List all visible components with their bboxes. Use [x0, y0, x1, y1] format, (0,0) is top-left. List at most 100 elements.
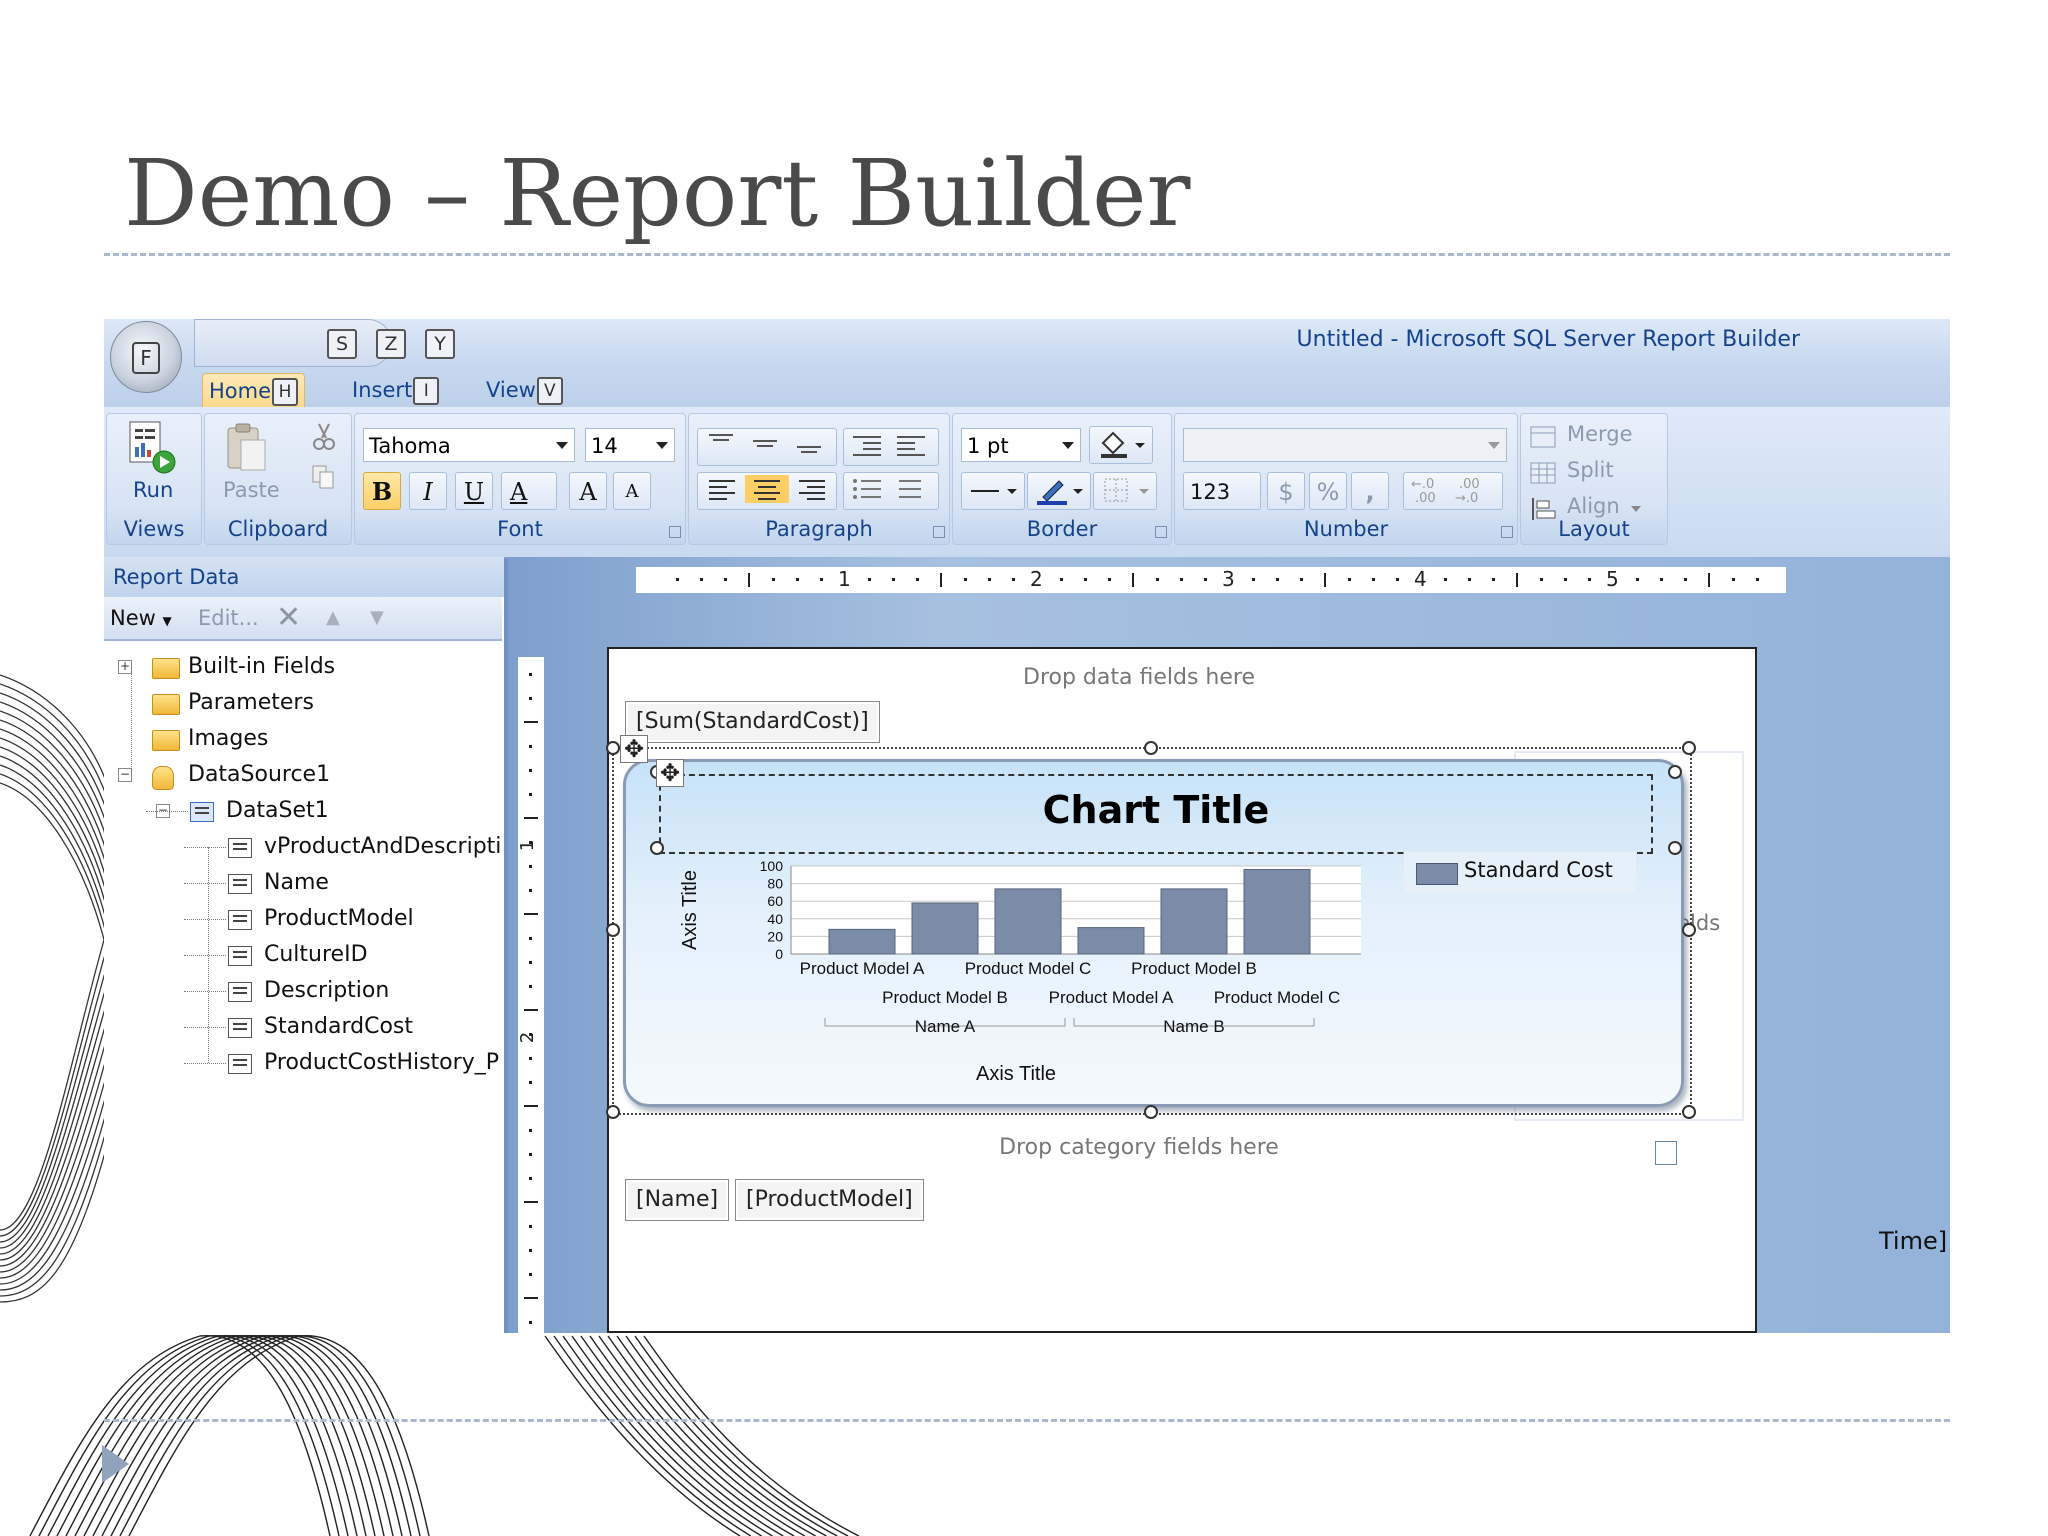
bold-button[interactable]: B: [363, 472, 401, 510]
move-down-icon[interactable]: ▼: [370, 597, 384, 639]
x-tick-label: Product Model C: [1214, 988, 1341, 1007]
tree-item-field[interactable]: Description: [264, 976, 389, 1006]
chart-handle-middle-left[interactable]: [606, 923, 620, 937]
delete-icon[interactable]: ✕: [276, 597, 301, 639]
tree-item-dataset[interactable]: DataSet1: [226, 796, 329, 826]
title-handle-bottom-right[interactable]: [1668, 841, 1682, 855]
office-button[interactable]: F: [110, 321, 182, 393]
report-builder-window: S Z Y Untitled - Microsoft SQL Server Re…: [104, 319, 1950, 1333]
copy-icon[interactable]: [311, 464, 337, 490]
chart-properties-icon[interactable]: [1655, 1141, 1677, 1165]
tree-item-datasource[interactable]: DataSource1: [188, 760, 330, 790]
ruler-tick: [820, 578, 823, 581]
italic-button[interactable]: I: [409, 472, 447, 510]
border-dialog-launcher[interactable]: [1155, 526, 1167, 538]
decimal-buttons[interactable]: ←.0.00.00 →.0: [1403, 472, 1503, 510]
ruler-label: 1: [517, 839, 539, 852]
tree-item-field[interactable]: StandardCost: [264, 1012, 413, 1042]
tab-home[interactable]: Home H: [202, 373, 306, 408]
tree-item-folder[interactable]: Parameters: [188, 688, 314, 718]
ruler-tick: [529, 1273, 532, 1276]
chart-handle-top-right[interactable]: [1682, 741, 1696, 755]
bar[interactable]: [828, 928, 896, 955]
number-dialog-launcher[interactable]: [1501, 526, 1513, 538]
chart-handle-bottom-middle[interactable]: [1144, 1105, 1158, 1119]
chart-move-icon[interactable]: ✥: [620, 735, 648, 763]
x-tick-label: Product Model A: [800, 959, 925, 978]
bar[interactable]: [994, 888, 1062, 955]
split-button[interactable]: Split: [1527, 458, 1657, 488]
percent-button[interactable]: %: [1309, 472, 1347, 510]
shrink-font-button[interactable]: A: [613, 472, 651, 510]
y-axis-title[interactable]: Axis Title: [679, 870, 701, 950]
ruler-tick: [529, 1225, 532, 1228]
bar[interactable]: [1160, 888, 1228, 955]
chart-handle-middle-right[interactable]: [1682, 923, 1696, 937]
font-size-combo[interactable]: 14: [585, 428, 675, 462]
paste-button[interactable]: Paste: [213, 418, 283, 510]
fill-color-button[interactable]: [1089, 426, 1153, 464]
tree-item-field[interactable]: ProductCostHistory_P: [264, 1048, 499, 1078]
qat-key-save[interactable]: S: [327, 329, 357, 359]
group-label: Name A: [915, 1017, 976, 1036]
border-width-combo[interactable]: 1 pt: [961, 428, 1081, 462]
cut-icon[interactable]: [311, 422, 337, 452]
tree-item-field[interactable]: ProductModel: [264, 904, 414, 934]
number-format-combo[interactable]: [1183, 428, 1507, 462]
font-family-combo[interactable]: Tahoma: [363, 428, 575, 462]
horizontal-align-buttons[interactable]: [697, 472, 837, 510]
border-style-button[interactable]: [1093, 472, 1157, 510]
chart-handle-bottom-right[interactable]: [1682, 1105, 1696, 1119]
paste-label: Paste: [223, 478, 280, 502]
tab-insert[interactable]: Insert I: [352, 373, 440, 407]
category-field-productmodel-chip[interactable]: [ProductModel]: [735, 1179, 924, 1221]
merge-icon: [1530, 426, 1556, 448]
tree-item-field[interactable]: Name: [264, 868, 329, 898]
bar[interactable]: [1077, 927, 1145, 955]
tree-item-folder[interactable]: Images: [188, 724, 268, 754]
chart-handle-top-middle[interactable]: [1144, 741, 1158, 755]
new-button[interactable]: New ▼: [110, 597, 172, 642]
bar[interactable]: [1243, 869, 1311, 955]
merge-button[interactable]: Merge: [1527, 422, 1657, 452]
number-format-button[interactable]: 123: [1183, 472, 1261, 510]
ruler-tick: [529, 1153, 532, 1156]
category-field-name-chip[interactable]: [Name]: [625, 1179, 730, 1221]
chart[interactable]: Chart Title Standard Cost 0 20 40 60 80 100 Pr…: [623, 759, 1684, 1107]
x-axis-title[interactable]: Axis Title: [976, 1063, 1056, 1085]
run-button[interactable]: Run: [119, 420, 185, 512]
data-field-chip[interactable]: [Sum(StandardCost)]: [625, 701, 880, 743]
tree-expander[interactable]: −: [118, 768, 132, 782]
group-layout: Merge Split Align Layout: [1520, 413, 1668, 545]
line-style-button[interactable]: [961, 472, 1025, 510]
font-color-button[interactable]: A: [501, 472, 557, 510]
tree-item-field[interactable]: CultureID: [264, 940, 368, 970]
title-handle-top-right[interactable]: [1668, 765, 1682, 779]
chart-handle-bottom-left[interactable]: [606, 1105, 620, 1119]
tab-view[interactable]: View V: [486, 373, 563, 407]
edit-button[interactable]: Edit...: [198, 597, 259, 639]
paragraph-dialog-launcher[interactable]: [933, 526, 945, 538]
tree-expander[interactable]: +: [118, 660, 132, 674]
underline-button[interactable]: U: [455, 472, 493, 510]
move-up-icon[interactable]: ▲: [326, 597, 340, 639]
indent-buttons[interactable]: [843, 428, 939, 466]
grow-font-button[interactable]: A: [569, 472, 607, 510]
title-handle-bottom-left[interactable]: [650, 841, 664, 855]
qat-key-redo[interactable]: Y: [425, 329, 455, 359]
font-dialog-launcher[interactable]: [669, 526, 681, 538]
bar[interactable]: [911, 902, 979, 955]
vertical-align-buttons[interactable]: [697, 428, 837, 466]
ruler-label: 4: [1414, 567, 1427, 591]
title-move-icon[interactable]: ✥: [656, 759, 684, 787]
drop-data-fields-zone[interactable]: Drop data fields here: [609, 665, 1669, 690]
tree-item-folder[interactable]: Built-in Fields: [188, 652, 335, 682]
list-buttons[interactable]: [843, 472, 939, 510]
currency-button[interactable]: $: [1267, 472, 1305, 510]
comma-button[interactable]: ,: [1351, 472, 1389, 510]
tree-item-field[interactable]: vProductAndDescripti: [264, 832, 501, 862]
line-color-button[interactable]: [1027, 472, 1091, 510]
chart-handle-top-left[interactable]: [606, 741, 620, 755]
drop-category-fields-zone[interactable]: Drop category fields here: [609, 1135, 1669, 1160]
qat-key-undo[interactable]: Z: [376, 329, 406, 359]
